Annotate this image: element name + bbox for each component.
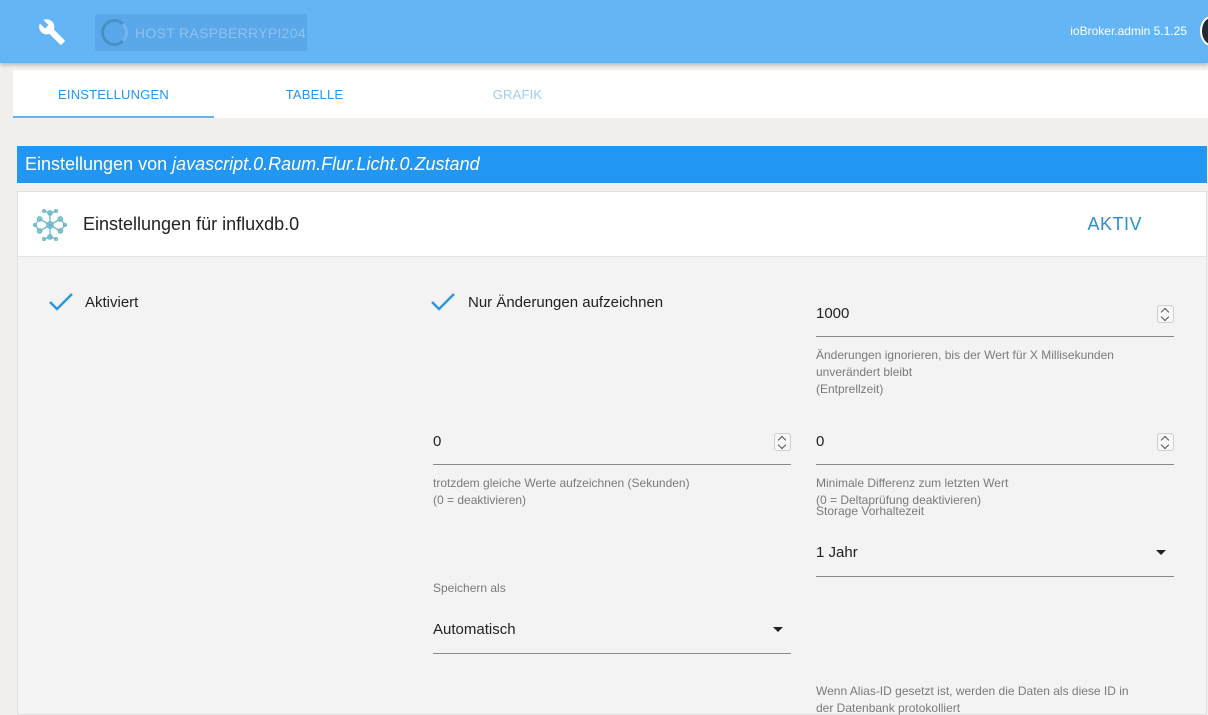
alias-helper: Wenn Alias-ID gesetzt ist, werden die Da… bbox=[816, 683, 1129, 715]
debounce-input[interactable]: 1000 bbox=[816, 305, 1174, 345]
debounce-stepper[interactable] bbox=[1157, 305, 1174, 323]
still-record-underline bbox=[433, 464, 791, 465]
min-diff-helper-line1: Minimale Differenz zum letzten Wert bbox=[816, 476, 1009, 490]
retention-underline bbox=[816, 576, 1174, 577]
wrench-icon[interactable] bbox=[38, 18, 66, 46]
min-diff-stepper[interactable] bbox=[1157, 433, 1174, 451]
influxdb-icon bbox=[32, 208, 68, 242]
still-record-value: 0 bbox=[433, 433, 442, 450]
min-diff-value: 0 bbox=[816, 433, 825, 450]
min-diff-underline bbox=[816, 464, 1174, 465]
instance-settings-panel: Einstellungen für influxdb.0 AKTIV Aktiv… bbox=[17, 191, 1207, 715]
debounce-value: 1000 bbox=[816, 305, 850, 322]
avatar[interactable] bbox=[1200, 16, 1208, 46]
version-label: ioBroker.admin 5.1.25 bbox=[1070, 24, 1187, 38]
changes-only-checkbox[interactable] bbox=[430, 291, 456, 313]
store-as-value: Automatisch bbox=[433, 621, 516, 638]
still-record-helper-line1: trotzdem gleiche Werte aufzeichnen (Seku… bbox=[433, 476, 690, 490]
loading-spinner-icon bbox=[101, 19, 128, 46]
store-as-select[interactable]: Automatisch bbox=[433, 621, 791, 655]
panel-title: Einstellungen für influxdb.0 bbox=[83, 214, 300, 234]
store-as-label: Speichern als bbox=[433, 581, 506, 595]
settings-heading: Einstellungen von javascript.0.Raum.Flur… bbox=[17, 146, 1207, 183]
still-record-stepper[interactable] bbox=[774, 433, 791, 451]
store-as-underline bbox=[433, 653, 791, 654]
chevron-down-icon bbox=[773, 627, 783, 632]
active-tab-indicator bbox=[13, 116, 214, 118]
alias-helper-line2: der Datenbank protokolliert bbox=[816, 701, 961, 715]
host-selector[interactable]: HOST RASPBERRYPI204 bbox=[95, 14, 307, 51]
debounce-helper-line3: (Entprellzeit) bbox=[816, 382, 884, 396]
host-label: HOST RASPBERRYPI204 bbox=[135, 25, 306, 41]
enabled-checkbox[interactable] bbox=[48, 291, 74, 313]
heading-object-id: javascript.0.Raum.Flur.Licht.0.Zustand bbox=[172, 154, 480, 174]
still-record-helper-line2: (0 = deaktivieren) bbox=[433, 493, 527, 507]
retention-select[interactable]: 1 Jahr bbox=[816, 544, 1174, 578]
panel-header[interactable]: Einstellungen für influxdb.0 AKTIV bbox=[18, 192, 1206, 257]
retention-label: Storage Vorhaltezeit bbox=[816, 504, 925, 518]
app-toolbar: HOST RASPBERRYPI204 ioBroker.admin 5.1.2… bbox=[0, 0, 1208, 63]
changes-only-label: Nur Änderungen aufzeichnen bbox=[468, 294, 664, 311]
debounce-helper-line2: unverändert bleibt bbox=[816, 365, 913, 379]
debounce-helper: Änderungen ignorieren, bis der Wert für … bbox=[816, 347, 1114, 398]
chevron-down-icon bbox=[1156, 550, 1166, 555]
min-diff-input[interactable]: 0 bbox=[816, 433, 1174, 473]
tab-tabelle[interactable]: TABELLE bbox=[214, 70, 415, 118]
status-badge: AKTIV bbox=[1087, 214, 1142, 234]
debounce-underline bbox=[816, 336, 1174, 337]
heading-prefix: Einstellungen von bbox=[25, 154, 168, 174]
debounce-helper-line1: Änderungen ignorieren, bis der Wert für … bbox=[816, 348, 1114, 362]
alias-helper-line1: Wenn Alias-ID gesetzt ist, werden die Da… bbox=[816, 684, 1129, 698]
retention-value: 1 Jahr bbox=[816, 544, 858, 561]
tab-einstellungen[interactable]: EINSTELLUNGEN bbox=[13, 70, 214, 118]
still-record-input[interactable]: 0 bbox=[433, 433, 791, 473]
tab-bar: EINSTELLUNGEN TABELLE GRAFIK bbox=[13, 70, 1208, 118]
enabled-label: Aktiviert bbox=[85, 294, 139, 311]
still-record-helper: trotzdem gleiche Werte aufzeichnen (Seku… bbox=[433, 475, 690, 509]
tab-grafik[interactable]: GRAFIK bbox=[417, 70, 618, 118]
